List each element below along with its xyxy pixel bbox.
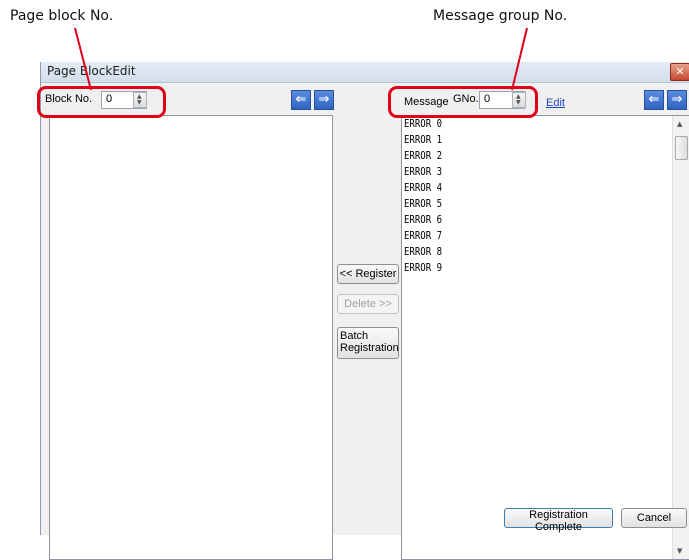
- register-button[interactable]: << Register: [337, 264, 399, 284]
- list-item[interactable]: ERROR 6: [404, 213, 442, 226]
- registration-complete-button[interactable]: Registration Complete: [504, 508, 613, 533]
- batch-label-line1: Batch: [340, 330, 369, 342]
- title-bar: Page BlockEdit ✕: [41, 62, 689, 83]
- delete-button[interactable]: Delete >>: [337, 294, 399, 314]
- callout-message-group-label: Message group No.: [433, 8, 568, 24]
- batch-registration-button[interactable]: Batch Registration: [337, 327, 399, 359]
- arrow-right-icon: ⇒: [318, 92, 330, 107]
- list-item[interactable]: ERROR 2: [404, 149, 442, 162]
- scroll-thumb[interactable]: [675, 136, 688, 160]
- message-list-scrollbar[interactable]: ▲ ▼: [672, 116, 689, 559]
- cancel-button[interactable]: Cancel: [621, 508, 687, 528]
- scroll-up-icon[interactable]: ▲: [677, 120, 682, 128]
- list-item[interactable]: ERROR 7: [404, 229, 442, 242]
- message-gno-highlight: [388, 86, 538, 118]
- close-icon: ✕: [675, 65, 685, 78]
- page-block-list[interactable]: [49, 115, 333, 560]
- arrow-left-icon: ⇐: [295, 92, 307, 107]
- arrow-right-icon: ⇒: [671, 92, 683, 107]
- block-prev-button[interactable]: ⇐: [291, 90, 311, 110]
- page-block-edit-dialog: Page BlockEdit ✕ Block No. 0 ▲ ▼ ⇐ ⇒ << …: [40, 62, 689, 560]
- block-no-highlight: [37, 86, 166, 118]
- list-item[interactable]: ERROR 9: [404, 261, 442, 274]
- message-prev-button[interactable]: ⇐: [644, 90, 664, 110]
- list-item[interactable]: ERROR 1: [404, 133, 442, 146]
- close-button[interactable]: ✕: [670, 63, 689, 81]
- list-item[interactable]: ERROR 0: [404, 117, 442, 130]
- scroll-down-icon[interactable]: ▼: [677, 547, 682, 555]
- message-list[interactable]: ERROR 0 ERROR 1 ERROR 2 ERROR 3 ERROR 4 …: [401, 115, 689, 560]
- edit-link[interactable]: Edit: [546, 97, 565, 109]
- block-next-button[interactable]: ⇒: [314, 90, 334, 110]
- list-item[interactable]: ERROR 8: [404, 245, 442, 258]
- message-next-button[interactable]: ⇒: [667, 90, 687, 110]
- list-item[interactable]: ERROR 4: [404, 181, 442, 194]
- window-title: Page BlockEdit: [47, 64, 136, 78]
- arrow-left-icon: ⇐: [648, 92, 660, 107]
- callout-page-block-label: Page block No.: [10, 8, 114, 24]
- list-item[interactable]: ERROR 5: [404, 197, 442, 210]
- list-item[interactable]: ERROR 3: [404, 165, 442, 178]
- batch-label-line2: Registration: [340, 342, 399, 354]
